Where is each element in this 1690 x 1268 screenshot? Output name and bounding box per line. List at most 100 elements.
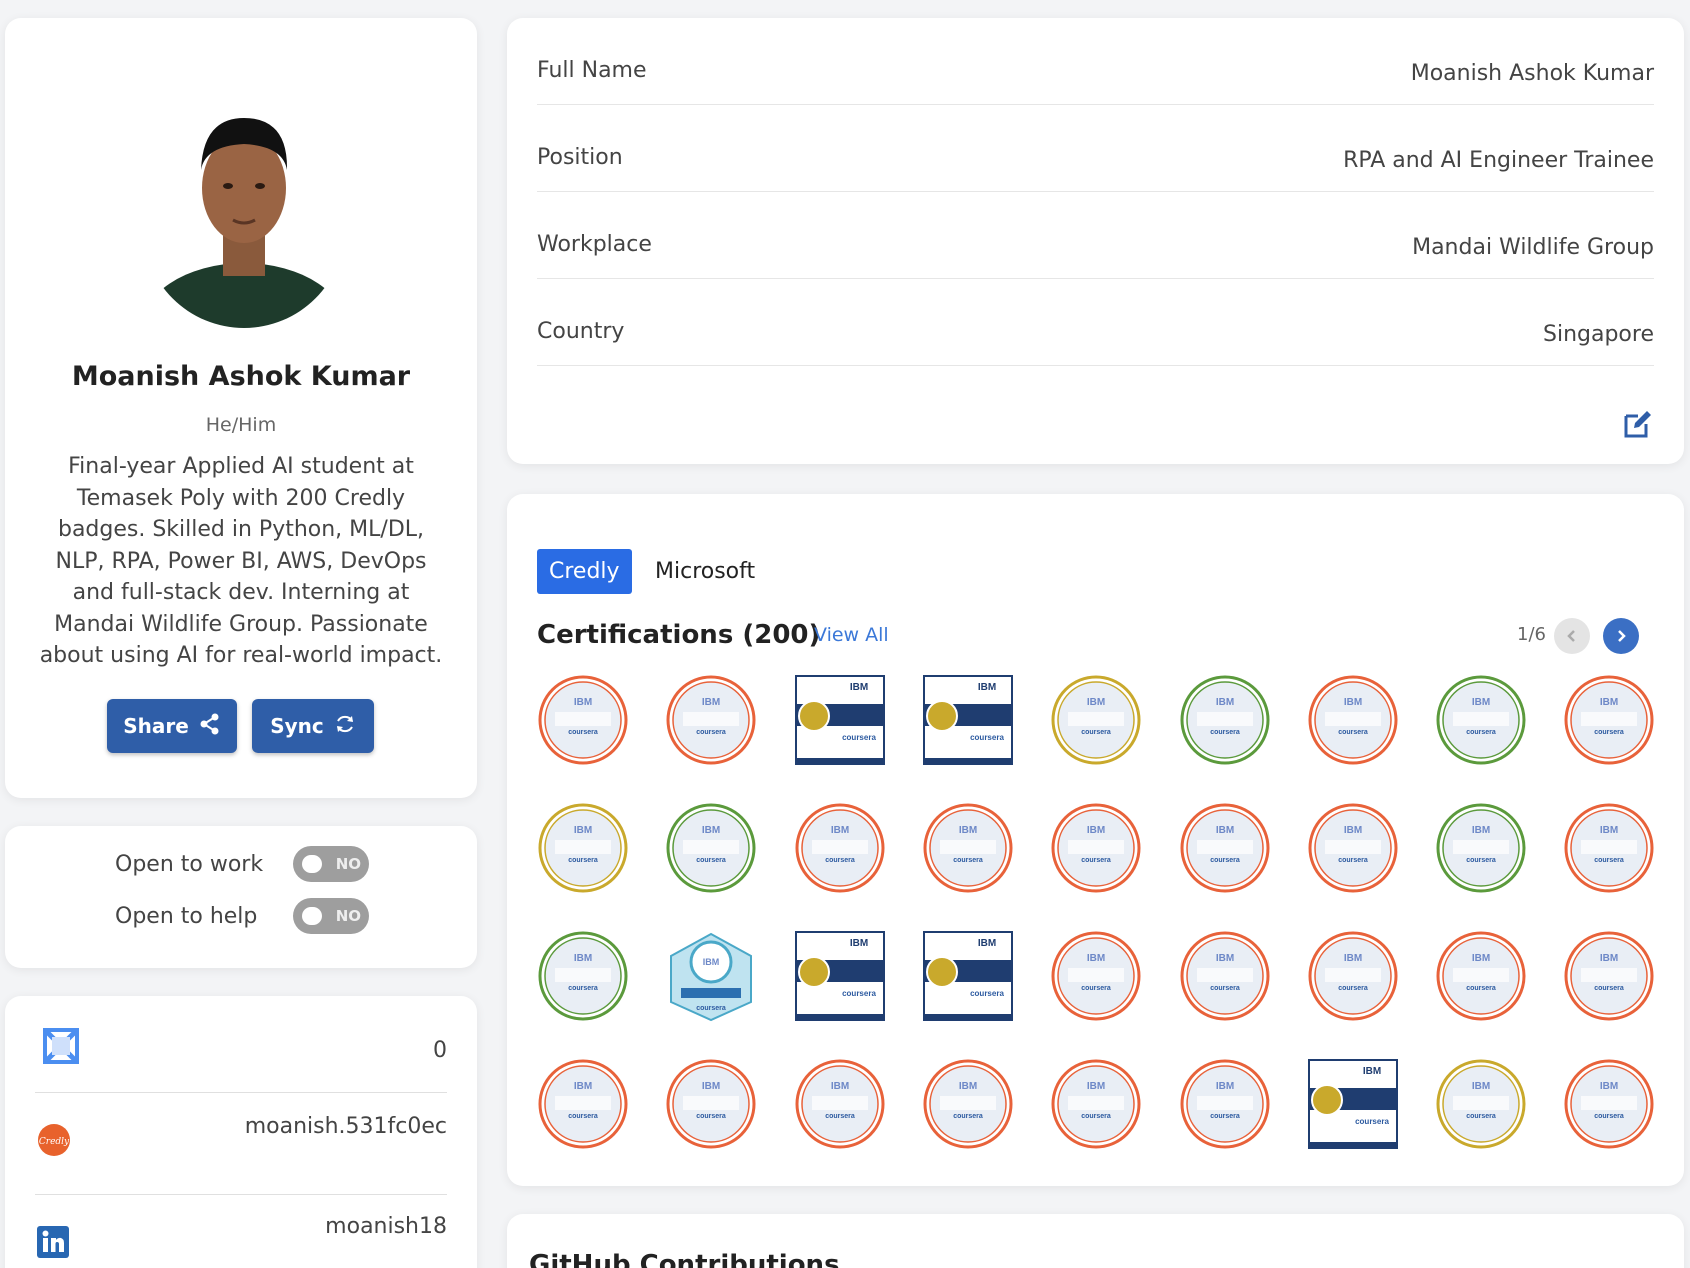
credly-link[interactable]: Credly moanish.531fc0ec (35, 1108, 447, 1168)
svg-text:coursera: coursera (568, 1113, 598, 1120)
certification-badge[interactable]: IBM coursera (665, 1058, 757, 1150)
next-page-button[interactable] (1603, 618, 1639, 654)
certification-badge[interactable]: IBM coursera (1563, 1058, 1655, 1150)
previous-page-button[interactable] (1554, 618, 1590, 654)
certification-badge[interactable]: IBM coursera (1435, 802, 1527, 894)
certification-badge[interactable]: IBM coursera (665, 930, 757, 1022)
svg-text:IBM: IBM (849, 682, 867, 693)
svg-text:IBM: IBM (1087, 1081, 1105, 1092)
svg-text:IBM: IBM (1600, 697, 1618, 708)
svg-text:IBM: IBM (1344, 825, 1362, 836)
certification-badge[interactable]: IBM coursera (537, 802, 629, 894)
svg-text:coursera: coursera (1595, 729, 1625, 736)
certification-badge[interactable]: IBM coursera (794, 674, 886, 766)
svg-text:IBM: IBM (1087, 697, 1105, 708)
profile-card: Moanish Ashok Kumar He/Him Final-year Ap… (5, 18, 477, 798)
certification-badge[interactable]: IBM coursera (1435, 930, 1527, 1022)
svg-text:coursera: coursera (1466, 985, 1496, 992)
svg-text:IBM: IBM (1344, 953, 1362, 964)
edit-icon[interactable] (1622, 408, 1654, 440)
svg-text:coursera: coursera (1338, 729, 1368, 736)
certification-badge[interactable]: IBM coursera (1435, 674, 1527, 766)
svg-text:coursera: coursera (1466, 1113, 1496, 1120)
certification-badge[interactable]: IBM coursera (665, 802, 757, 894)
svg-text:IBM: IBM (1087, 953, 1105, 964)
svg-text:IBM: IBM (574, 825, 592, 836)
open-to-help-toggle[interactable]: NO (293, 898, 369, 934)
share-button[interactable]: Share (107, 699, 237, 753)
certification-badge[interactable]: IBM coursera (922, 1058, 1014, 1150)
svg-text:IBM: IBM (1472, 953, 1490, 964)
linkedin-link[interactable]: moanish18 (35, 1214, 447, 1268)
svg-text:IBM: IBM (1472, 697, 1490, 708)
svg-text:coursera: coursera (1595, 857, 1625, 864)
svg-text:coursera: coursera (568, 729, 598, 736)
linkedin-value: moanish18 (325, 1214, 447, 1239)
certification-badge[interactable]: IBM coursera (1563, 930, 1655, 1022)
certification-badge[interactable]: IBM coursera (537, 674, 629, 766)
svg-text:coursera: coursera (697, 729, 727, 736)
svg-text:IBM: IBM (702, 1081, 720, 1092)
share-icon (199, 713, 221, 740)
certification-badge[interactable]: IBM coursera (1179, 674, 1271, 766)
svg-text:IBM: IBM (849, 938, 867, 949)
certification-badge[interactable]: IBM coursera (1050, 930, 1142, 1022)
svg-text:IBM: IBM (830, 825, 848, 836)
certification-badge[interactable]: IBM coursera (1307, 802, 1399, 894)
certification-badge[interactable]: IBM coursera (1563, 802, 1655, 894)
certification-badge[interactable]: IBM coursera (1435, 1058, 1527, 1150)
credly-icon: Credly (38, 1124, 70, 1160)
certification-badge[interactable]: IBM coursera (1307, 930, 1399, 1022)
svg-text:IBM: IBM (830, 1081, 848, 1092)
linkedin-icon (37, 1226, 69, 1262)
svg-text:IBM: IBM (1600, 825, 1618, 836)
svg-text:IBM: IBM (1472, 825, 1490, 836)
svg-text:IBM: IBM (574, 953, 592, 964)
certification-badge[interactable]: IBM coursera (1179, 1058, 1271, 1150)
svg-text:coursera: coursera (1355, 1117, 1389, 1126)
info-label: Position (537, 145, 623, 170)
certification-badge[interactable]: IBM coursera (794, 930, 886, 1022)
availability-card: Open to work NO Open to help NO (5, 826, 477, 968)
open-to-work-toggle[interactable]: NO (293, 846, 369, 882)
codepen-link[interactable]: 0 (35, 1026, 447, 1076)
profile-info-card: Full Name Moanish Ashok Kumar Position R… (507, 18, 1684, 464)
certification-badge[interactable]: IBM coursera (1050, 1058, 1142, 1150)
certification-badge[interactable]: IBM coursera (794, 802, 886, 894)
info-label: Full Name (537, 58, 647, 83)
certification-badge[interactable]: IBM coursera (1179, 930, 1271, 1022)
view-all-link[interactable]: View All (814, 624, 889, 646)
certification-badge[interactable]: IBM coursera (1307, 1058, 1399, 1150)
avatar (143, 108, 345, 328)
sync-button[interactable]: Sync (252, 699, 374, 753)
codepen-icon (41, 1026, 81, 1070)
tab-microsoft[interactable]: Microsoft (643, 549, 767, 594)
svg-text:IBM: IBM (1344, 697, 1362, 708)
svg-text:coursera: coursera (568, 985, 598, 992)
svg-text:coursera: coursera (1081, 1113, 1111, 1120)
certification-badge[interactable]: IBM coursera (794, 1058, 886, 1150)
certification-badge[interactable]: IBM coursera (537, 1058, 629, 1150)
certification-badge[interactable]: IBM coursera (1563, 674, 1655, 766)
certification-badge[interactable]: IBM coursera (665, 674, 757, 766)
codepen-value: 0 (433, 1038, 447, 1063)
certification-badge[interactable]: IBM coursera (537, 930, 629, 1022)
svg-text:IBM: IBM (1215, 825, 1233, 836)
open-to-help-value: NO (335, 907, 361, 925)
open-to-work-label: Open to work (115, 851, 264, 877)
certification-badge[interactable]: IBM coursera (1050, 802, 1142, 894)
sync-button-label: Sync (270, 714, 324, 738)
certification-badge[interactable]: IBM coursera (1179, 802, 1271, 894)
certification-badge[interactable]: IBM coursera (922, 674, 1014, 766)
open-to-help-row: Open to help NO (115, 898, 369, 934)
svg-text:IBM: IBM (1363, 1066, 1381, 1077)
certification-badge[interactable]: IBM coursera (1050, 674, 1142, 766)
certification-badge[interactable]: IBM coursera (1307, 674, 1399, 766)
tab-credly[interactable]: Credly (537, 549, 632, 594)
svg-text:IBM: IBM (1215, 953, 1233, 964)
svg-text:coursera: coursera (1338, 985, 1368, 992)
certification-badge[interactable]: IBM coursera (922, 802, 1014, 894)
svg-text:coursera: coursera (970, 733, 1004, 742)
certifications-card: Credly Microsoft Certifications (200) Vi… (507, 494, 1684, 1186)
certification-badge[interactable]: IBM coursera (922, 930, 1014, 1022)
